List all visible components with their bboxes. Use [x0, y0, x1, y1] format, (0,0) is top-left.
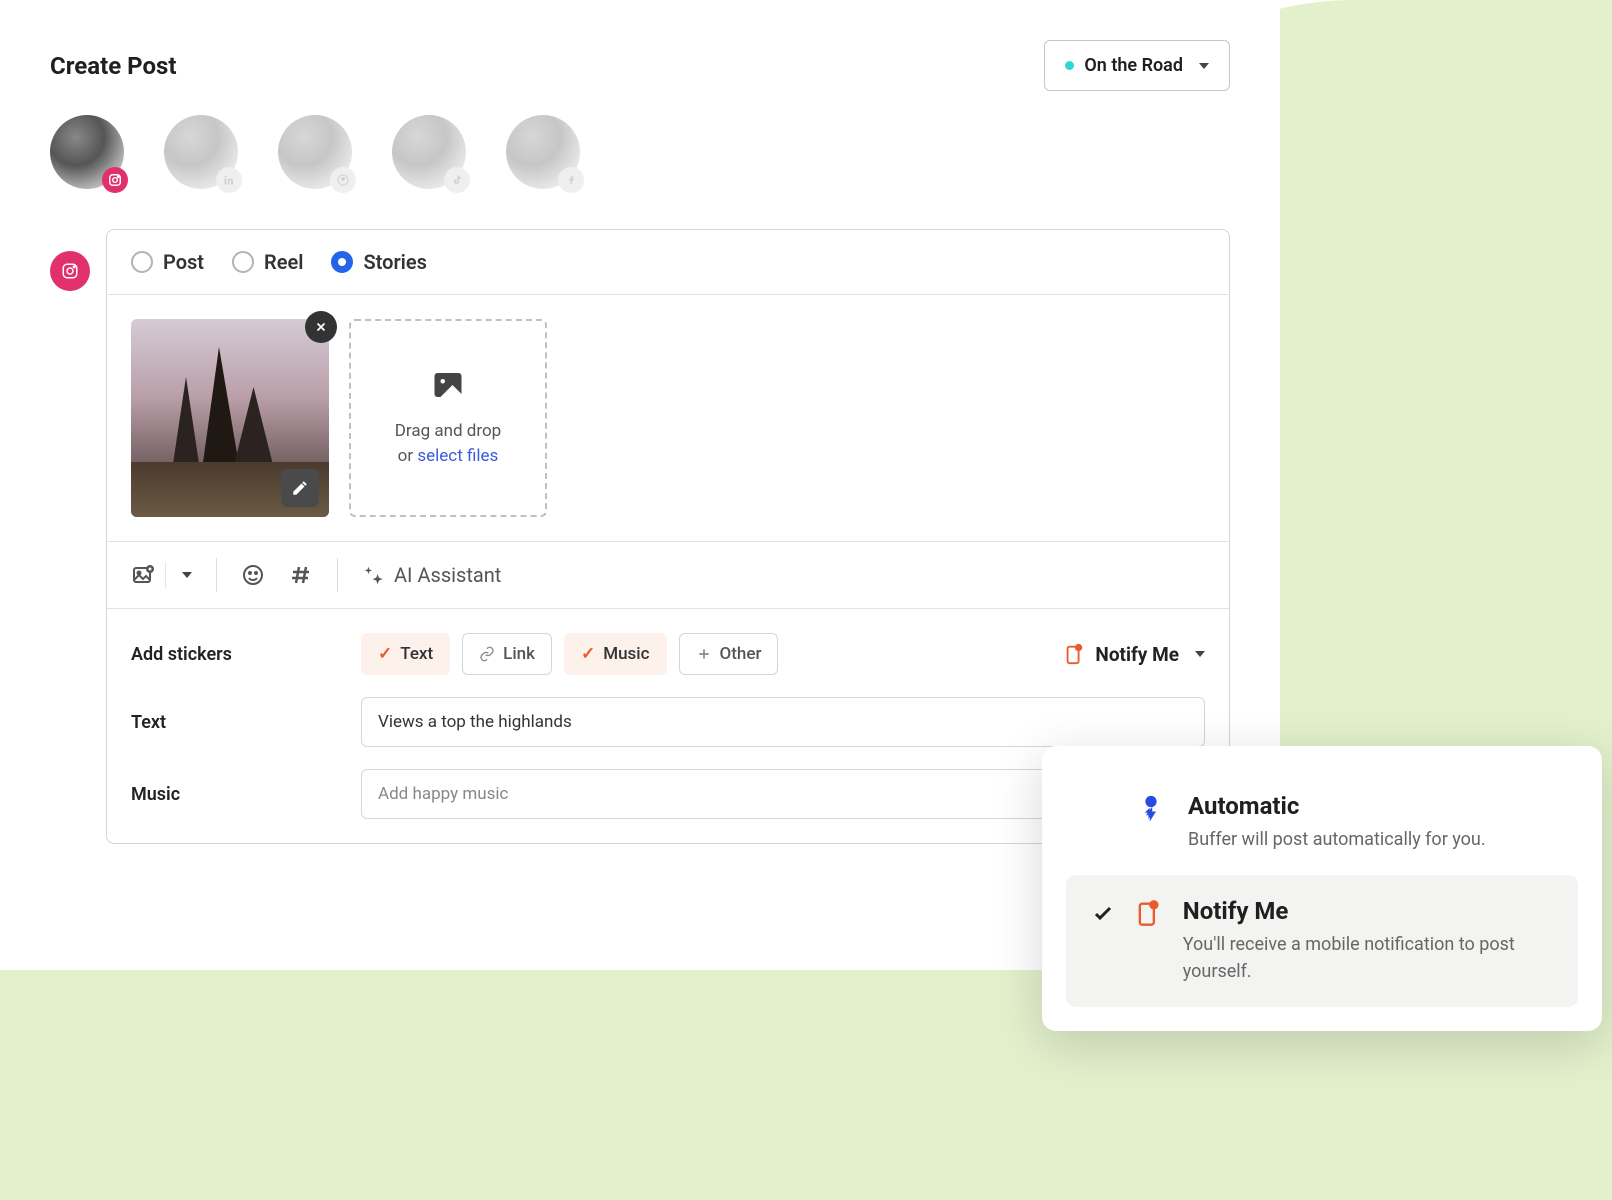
ai-assistant-button[interactable]: AI Assistant [362, 563, 501, 587]
avatar-instagram[interactable] [50, 115, 124, 189]
instagram-icon [102, 167, 128, 193]
text-input[interactable] [361, 697, 1205, 747]
chevron-down-icon [1195, 651, 1205, 657]
notify-icon [1134, 899, 1162, 927]
sticker-text-chip[interactable]: ✓ Text [361, 633, 450, 675]
avatar-tiktok[interactable] [392, 115, 466, 189]
notify-dropdown-menu: Automatic Buffer will post automatically… [1042, 746, 1602, 1031]
option-automatic-title: Automatic [1188, 792, 1486, 820]
automatic-icon [1136, 794, 1166, 824]
sticker-music-chip[interactable]: ✓ Music [564, 633, 667, 675]
check-icon: ✓ [581, 644, 595, 664]
sticker-link-chip[interactable]: Link [462, 633, 552, 675]
remove-media-button[interactable] [305, 311, 337, 343]
notify-icon [1063, 643, 1085, 665]
composer-toolbar: AI Assistant [107, 541, 1229, 608]
option-notify-title: Notify Me [1183, 897, 1554, 925]
tab-stories[interactable]: Stories [331, 250, 426, 274]
chevron-down-icon [182, 572, 192, 578]
avatar-pinterest[interactable] [278, 115, 352, 189]
media-thumbnail[interactable] [131, 319, 329, 517]
post-type-tabs: Post Reel Stories [107, 230, 1229, 295]
media-dropzone[interactable]: Drag and drop or select files [349, 319, 547, 517]
avatar-linkedin[interactable] [164, 115, 238, 189]
linkedin-icon [216, 167, 242, 193]
radio-icon [232, 251, 254, 273]
dropzone-text: Drag and drop or select files [395, 419, 501, 470]
option-notify-me[interactable]: Notify Me You'll receive a mobile notifi… [1066, 875, 1578, 1007]
tab-stories-label: Stories [363, 250, 426, 274]
ai-assistant-label: AI Assistant [394, 563, 501, 587]
text-field-label: Text [131, 712, 361, 733]
check-icon [1091, 901, 1115, 925]
music-field-label: Music [131, 784, 361, 805]
sticker-other-chip[interactable]: Other [679, 633, 779, 675]
image-icon [430, 367, 466, 403]
workspace-selector[interactable]: On the Road [1044, 40, 1230, 91]
tab-reel[interactable]: Reel [232, 250, 303, 274]
edit-media-button[interactable] [281, 469, 319, 507]
tiktok-icon [444, 167, 470, 193]
tab-post-label: Post [163, 250, 204, 274]
check-icon: ✓ [378, 644, 392, 664]
stickers-label: Add stickers [131, 644, 361, 665]
facebook-icon [558, 167, 584, 193]
page-title: Create Post [50, 52, 176, 80]
plus-icon [696, 646, 712, 662]
emoji-button[interactable] [241, 563, 265, 587]
channel-instagram-pill[interactable] [50, 251, 90, 291]
tab-reel-label: Reel [264, 250, 303, 274]
link-icon [479, 646, 495, 662]
option-automatic-desc: Buffer will post automatically for you. [1188, 826, 1486, 853]
radio-icon [331, 251, 353, 273]
option-notify-desc: You'll receive a mobile notification to … [1183, 931, 1554, 985]
option-automatic[interactable]: Automatic Buffer will post automatically… [1066, 770, 1578, 875]
select-files-link[interactable]: select files [417, 446, 498, 466]
avatar-facebook[interactable] [506, 115, 580, 189]
notify-dropdown-trigger[interactable]: Notify Me [1063, 643, 1205, 666]
pinterest-icon [330, 167, 356, 193]
tab-post[interactable]: Post [131, 250, 204, 274]
account-avatars-row [50, 115, 1230, 189]
chevron-down-icon [1199, 63, 1209, 69]
workspace-dot [1065, 61, 1074, 70]
media-area: Drag and drop or select files [107, 295, 1229, 541]
add-media-button[interactable] [131, 562, 192, 588]
workspace-name: On the Road [1084, 55, 1183, 76]
radio-icon [131, 251, 153, 273]
hashtag-button[interactable] [289, 563, 313, 587]
